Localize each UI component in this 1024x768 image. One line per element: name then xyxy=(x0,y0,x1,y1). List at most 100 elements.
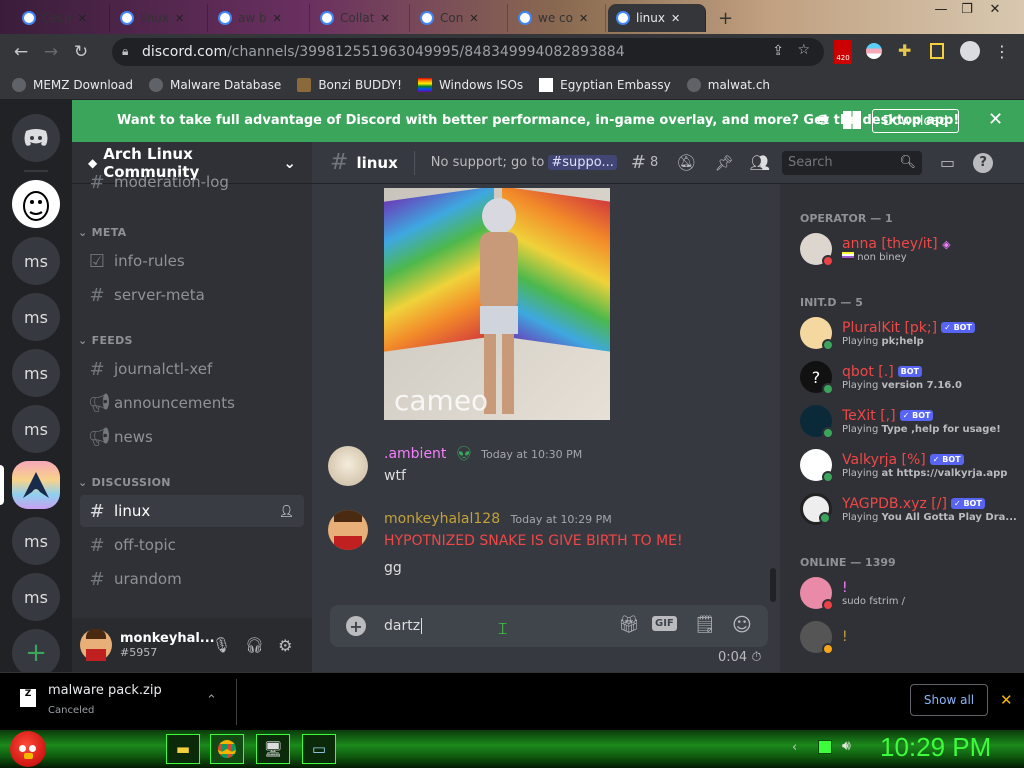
start-button-angry-bird[interactable] xyxy=(10,731,46,767)
message-author[interactable]: .ambient xyxy=(384,446,446,462)
close-icon[interactable]: ✕ xyxy=(78,12,87,25)
close-banner-icon[interactable]: ✕ xyxy=(988,109,1003,130)
channel-linux[interactable]: # linux 👤︎ xyxy=(80,495,304,527)
close-icon[interactable]: ✕ xyxy=(273,12,282,25)
member-item[interactable]: ? qbot [.] BOT Playing version 7.16.0 xyxy=(800,356,1016,398)
bookmark-item[interactable]: Bonzi BUDDY! xyxy=(297,77,402,92)
browser-tab[interactable]: aw b ✕ xyxy=(210,4,310,32)
download-filename[interactable]: malware pack.zip xyxy=(48,683,162,698)
tray-chevron-icon[interactable]: ‹ xyxy=(792,740,797,755)
add-server-button[interactable]: + xyxy=(12,629,60,677)
mute-mic-icon[interactable]: 🎙︎ xyxy=(212,636,231,654)
browser-tab[interactable]: Cesp ✕ xyxy=(14,4,110,32)
forward-button[interactable]: → xyxy=(36,37,66,67)
sticker-icon[interactable]: 🗒︎ xyxy=(694,615,716,635)
close-icon[interactable]: ✕ xyxy=(380,12,389,25)
avatar[interactable] xyxy=(328,510,368,550)
profile-avatar[interactable] xyxy=(960,41,980,61)
bookmark-item[interactable]: Malware Database xyxy=(148,77,281,92)
search-input[interactable]: Search 🔍︎ xyxy=(781,150,922,175)
topic-channel-mention[interactable]: #suppo... xyxy=(548,155,617,170)
server-icon[interactable]: ms xyxy=(12,517,60,565)
bookmark-item[interactable]: malwat.ch xyxy=(686,77,770,92)
category-header[interactable]: ⌄ META xyxy=(78,226,126,239)
address-bar[interactable]: 🔒︎ discord.com/channels/3998125519630499… xyxy=(112,38,824,66)
member-list-icon[interactable]: 👥︎ xyxy=(750,153,770,172)
channel-journalctl-xef[interactable]: # journalctl-xef xyxy=(80,353,304,385)
volume-icon[interactable]: 🔊︎ xyxy=(842,738,851,754)
member-item[interactable]: PluralKit [pk;] ✓ BOT Playing pk;help xyxy=(800,312,1016,354)
channel-announcements[interactable]: 📢︎ announcements xyxy=(80,387,304,419)
upload-plus-icon[interactable]: + xyxy=(346,616,366,636)
kebab-menu-icon[interactable]: ⋮ xyxy=(994,42,1010,61)
extension-icon[interactable]: 420 xyxy=(834,40,852,64)
file-explorer-icon[interactable]: ▬ xyxy=(166,734,200,764)
member-item[interactable]: TeXit [,] ✓ BOT Playing Type ,help for usa… xyxy=(800,400,1016,442)
emoji-icon[interactable]: ☺ xyxy=(732,614,752,636)
new-tab-button[interactable]: + xyxy=(710,4,740,32)
bookmark-star-icon[interactable]: ☆ xyxy=(797,42,810,58)
channel-moderation-log[interactable]: # moderation-log xyxy=(80,172,304,192)
extension-flag-icon[interactable] xyxy=(866,43,882,59)
sidebar-icon[interactable] xyxy=(930,43,944,59)
threads-icon[interactable]: # xyxy=(631,152,646,173)
reload-button[interactable]: ↻ xyxy=(66,37,96,67)
close-icon[interactable]: ✕ xyxy=(579,12,588,25)
system-clock[interactable]: 10:29 PM xyxy=(880,732,991,763)
server-icon-arch-linux[interactable] xyxy=(12,461,60,509)
close-icon[interactable]: ✕ xyxy=(175,12,184,25)
inbox-icon[interactable]: ▭ xyxy=(940,153,955,172)
server-icon[interactable]: ms xyxy=(12,349,60,397)
close-icon[interactable]: ✕ xyxy=(469,12,478,25)
browser-tab[interactable]: linux ✕ xyxy=(112,4,208,32)
close-icon[interactable]: ✕ xyxy=(671,12,680,25)
message-input[interactable]: dartz xyxy=(384,618,420,634)
chevron-up-icon[interactable]: ⌃ xyxy=(206,693,217,708)
headphones-icon[interactable]: 🎧︎ xyxy=(245,636,264,654)
chrome-icon[interactable] xyxy=(210,734,244,764)
puzzle-icon[interactable]: ✚ xyxy=(898,41,911,60)
member-item[interactable]: YAGPDB.xyz [/] ✓ BOT Playing You All Gotta… xyxy=(800,488,1017,530)
back-button[interactable]: ← xyxy=(6,37,36,67)
category-header[interactable]: ⌄ FEEDS xyxy=(78,334,133,347)
display-icon[interactable]: ▭ xyxy=(302,734,336,764)
server-icon[interactable]: ms xyxy=(12,237,60,285)
scrollbar-thumb[interactable] xyxy=(770,568,776,602)
window-close-button[interactable]: ✕ xyxy=(984,2,1006,20)
channel-urandom[interactable]: # urandom xyxy=(80,563,304,595)
server-icon-meme[interactable] xyxy=(12,180,60,228)
server-icon[interactable]: ms xyxy=(12,405,60,453)
member-item[interactable]: ! sudo fstrim / xyxy=(800,572,1016,614)
pin-icon[interactable]: 📌︎ xyxy=(715,154,734,172)
notification-bell-off-icon[interactable]: 🔕︎ xyxy=(676,153,696,172)
channel-off-topic[interactable]: # off-topic xyxy=(80,529,304,561)
server-icon[interactable]: ms xyxy=(12,293,60,341)
battery-icon[interactable] xyxy=(818,740,832,754)
channel-news[interactable]: 📢︎ news xyxy=(80,421,304,453)
download-app-button[interactable]: Download xyxy=(872,109,959,133)
avatar[interactable] xyxy=(80,629,112,661)
gift-icon[interactable]: 🎁︎ xyxy=(618,615,640,635)
minimize-button[interactable]: — xyxy=(930,2,952,20)
bookmark-item[interactable]: Egyptian Embassy xyxy=(539,77,671,92)
show-all-button[interactable]: Show all xyxy=(910,684,988,716)
channel-server-meta[interactable]: # server-meta xyxy=(80,279,304,311)
share-icon[interactable]: ⇪ xyxy=(772,43,784,59)
browser-tab[interactable]: Collat ✕ xyxy=(312,4,410,32)
gif-button[interactable]: GIF xyxy=(652,616,677,631)
discord-home-button[interactable] xyxy=(12,114,60,162)
browser-tab-active[interactable]: linux ✕ xyxy=(608,4,706,32)
attached-image[interactable]: cameo xyxy=(384,188,610,420)
browser-tab[interactable]: Con ✕ xyxy=(412,4,508,32)
gear-icon[interactable]: ⚙ xyxy=(278,636,292,655)
maximize-button[interactable]: ❐ xyxy=(956,2,978,20)
message-author[interactable]: monkeyhalal128 xyxy=(384,511,500,527)
browser-tab[interactable]: we co ✕ xyxy=(510,4,606,32)
help-icon[interactable]: ? xyxy=(973,152,994,173)
invite-icon[interactable]: 👤︎ xyxy=(279,504,294,518)
member-item[interactable]: anna [they/it] ◈ non biney xyxy=(800,228,1016,270)
remote-desktop-icon[interactable]: 🖥︎ xyxy=(256,734,290,764)
bookmark-item[interactable]: MEMZ Download xyxy=(12,77,133,92)
category-header[interactable]: ⌄ DISCUSSION xyxy=(78,476,171,489)
close-shelf-icon[interactable]: ✕ xyxy=(1000,691,1013,709)
